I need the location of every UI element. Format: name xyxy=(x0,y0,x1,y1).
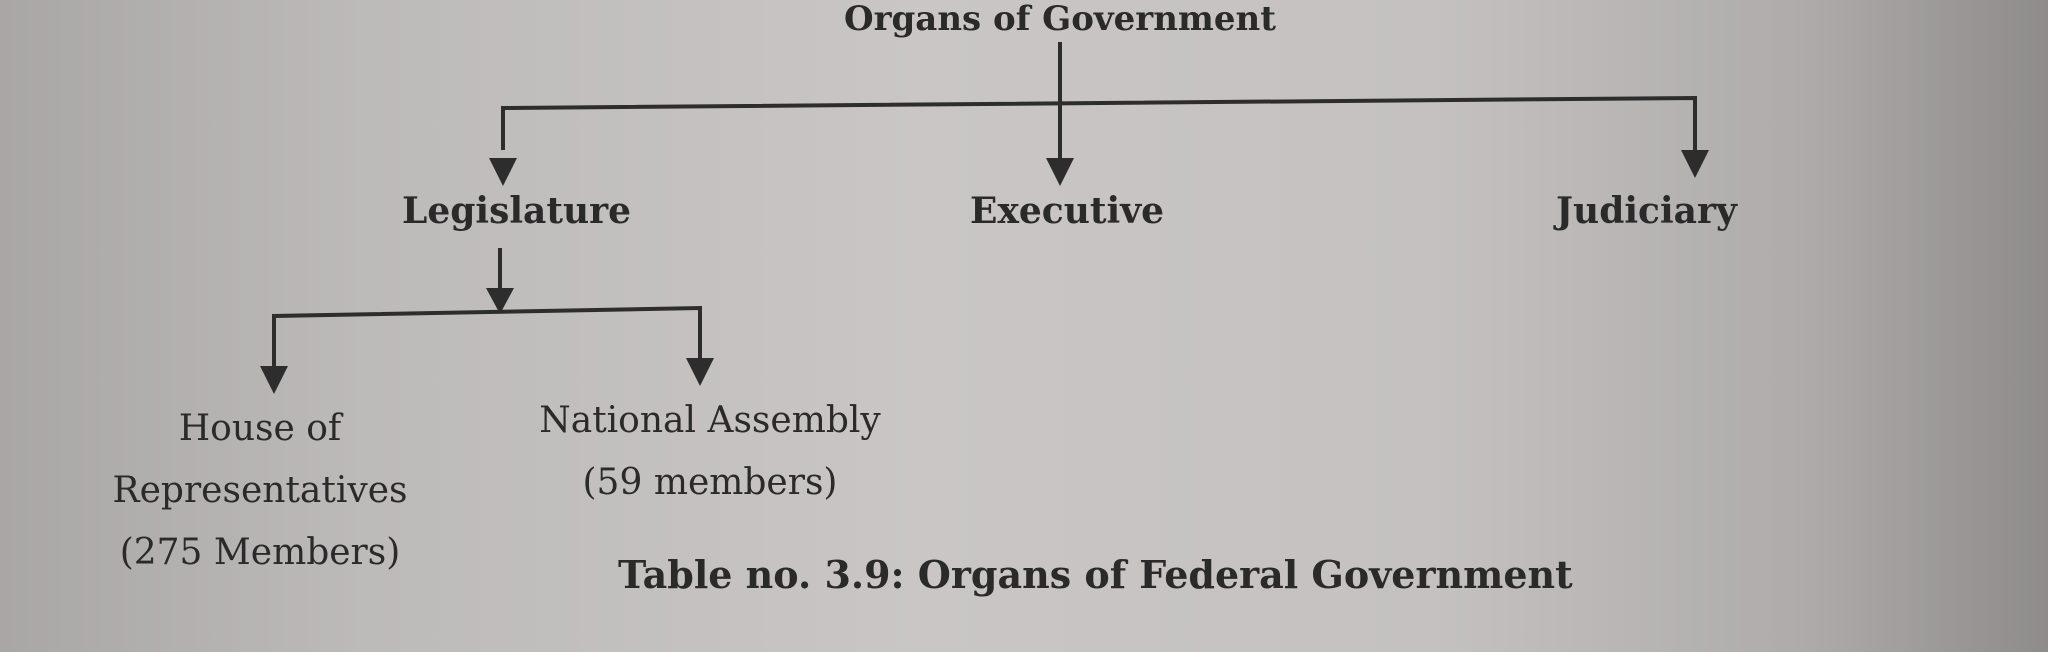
arrow-to-judiciary xyxy=(1681,150,1709,178)
assembly-line-1: National Assembly xyxy=(539,400,881,441)
node-judiciary: Judiciary xyxy=(1556,190,1737,232)
house-line-2: Representatives xyxy=(112,470,408,511)
house-line-3: (275 Members) xyxy=(119,532,401,573)
arrow-to-legislature xyxy=(489,158,517,186)
node-executive: Executive xyxy=(970,190,1165,232)
org-chart: Organs of Government Legislature Executi… xyxy=(0,0,2048,652)
legislature-branch-bar xyxy=(272,305,702,368)
arrow-to-house xyxy=(260,366,288,394)
node-legislature: Legislature xyxy=(402,190,632,232)
assembly-line-2: (59 members) xyxy=(582,462,838,503)
top-branch-bar xyxy=(501,95,1697,150)
arrow-to-executive xyxy=(1046,158,1074,186)
node-national-assembly: National Assembly (59 members) xyxy=(500,390,920,514)
table-caption: Table no. 3.9: Organs of Federal Governm… xyxy=(618,552,1573,597)
root-node-title: Organs of Government xyxy=(844,0,1276,39)
house-line-1: House of xyxy=(178,408,342,449)
node-house-of-representatives: House of Representatives (275 Members) xyxy=(60,398,460,584)
arrow-to-national-assembly xyxy=(686,358,714,386)
